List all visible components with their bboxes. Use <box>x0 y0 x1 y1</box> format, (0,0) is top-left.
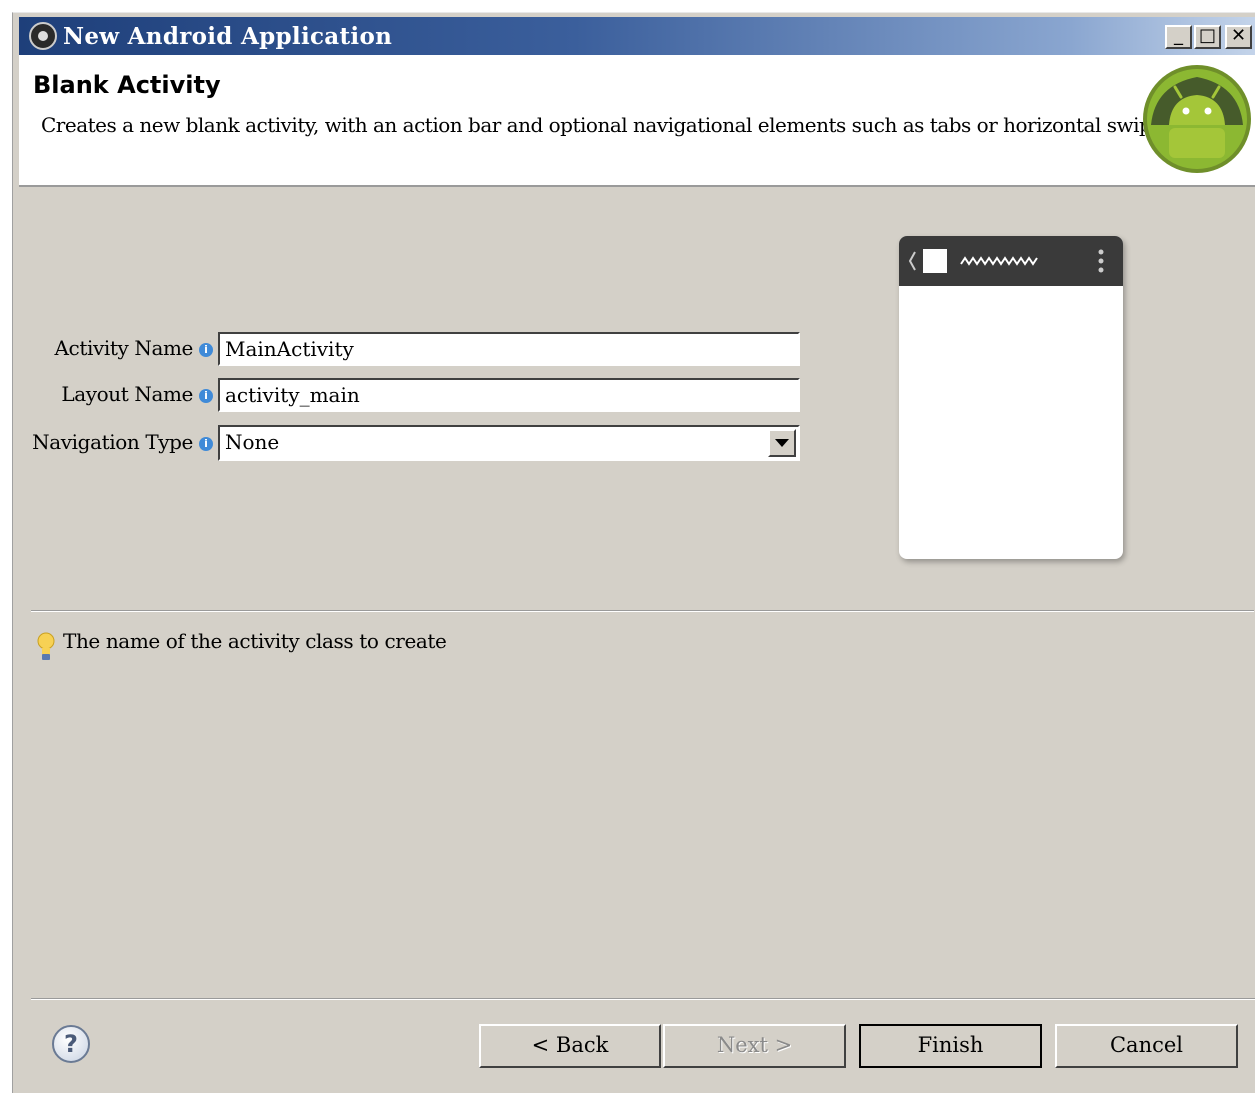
window-title: New Android Application <box>63 23 393 50</box>
new-android-application-dialog: New Android Application _ □ ✕ Blank Acti… <box>12 12 1255 1093</box>
next-button[interactable]: Next > <box>663 1024 846 1068</box>
eclipse-icon <box>29 22 57 50</box>
navigation-type-dropdown[interactable]: None <box>218 425 800 461</box>
info-icon[interactable]: i <box>199 437 213 451</box>
layout-name-input[interactable] <box>218 378 800 412</box>
page-title: Blank Activity <box>33 71 221 99</box>
wizard-header: Blank Activity Creates a new blank activ… <box>19 55 1255 187</box>
footer-separator <box>31 998 1255 1000</box>
activity-preview <box>899 236 1123 559</box>
preview-action-bar-icon <box>908 249 1104 273</box>
hint-message: The name of the activity class to create <box>63 629 447 653</box>
back-button[interactable]: < Back <box>479 1024 661 1068</box>
title-bar[interactable]: New Android Application _ □ ✕ <box>19 17 1255 55</box>
content-separator <box>31 610 1254 612</box>
info-icon[interactable]: i <box>199 389 213 403</box>
page-description: Creates a new blank activity, with an ac… <box>41 113 1169 137</box>
finish-button[interactable]: Finish <box>859 1024 1042 1068</box>
info-icon[interactable]: i <box>199 343 213 357</box>
help-button[interactable]: ? <box>52 1025 90 1063</box>
navigation-type-value: None <box>225 430 280 454</box>
preview-action-bar <box>899 236 1123 286</box>
close-button[interactable]: ✕ <box>1225 25 1252 49</box>
layout-name-label: Layout Name <box>61 382 193 406</box>
chevron-down-icon[interactable] <box>768 429 796 457</box>
android-logo <box>1143 65 1251 173</box>
activity-name-label: Activity Name <box>54 336 194 360</box>
minimize-button[interactable]: _ <box>1165 25 1192 49</box>
maximize-button[interactable]: □ <box>1194 25 1221 49</box>
cancel-button[interactable]: Cancel <box>1055 1024 1238 1068</box>
lightbulb-icon <box>37 632 55 660</box>
activity-name-input[interactable] <box>218 332 800 366</box>
navigation-type-label: Navigation Type <box>32 430 193 454</box>
